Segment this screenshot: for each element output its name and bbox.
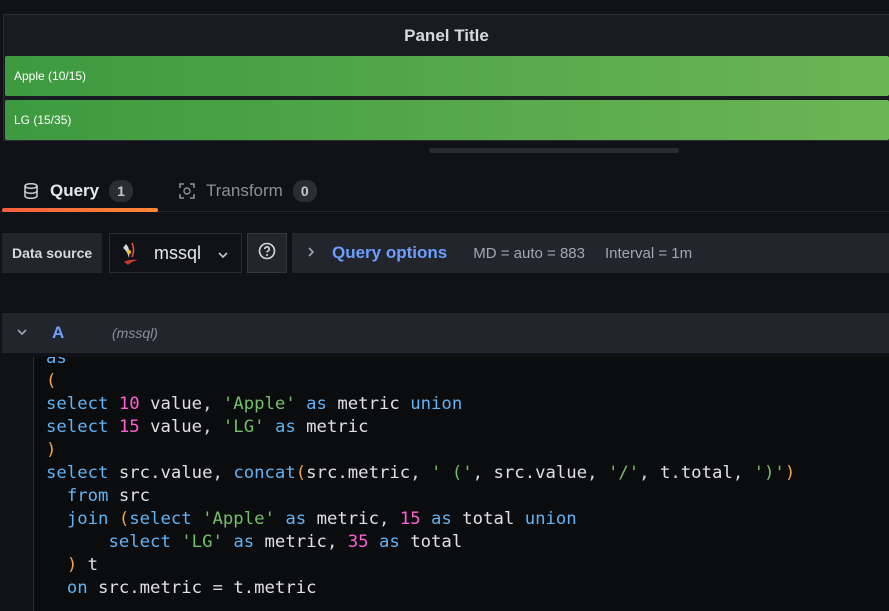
- bar-gauge-apple: Apple (10/15): [5, 56, 889, 96]
- max-data-points: MD = auto = 883: [473, 244, 585, 262]
- code-line: select 'LG' as metric, 35 as total: [108, 532, 463, 552]
- query-ref-id[interactable]: A: [52, 323, 112, 343]
- code-line: join (select 'Apple' as metric, 15 as to…: [66, 509, 577, 529]
- tab-query[interactable]: Query 1: [2, 170, 158, 212]
- code-line: ) t: [66, 555, 99, 575]
- bar-label: Apple (10/15): [14, 69, 87, 83]
- tab-transform-count: 0: [292, 180, 317, 202]
- datasource-help-button[interactable]: [247, 233, 287, 273]
- query-tabs: Query 1 Transform 0: [0, 170, 889, 212]
- code-line: ): [46, 440, 57, 460]
- query-options-toggle[interactable]: Query options MD = auto = 883 Interval =…: [292, 233, 889, 273]
- question-circle-icon: [258, 242, 276, 265]
- query-datasource-name: (mssql): [112, 325, 158, 341]
- sql-code-editor[interactable]: as ( select 10 value, 'Apple' as metric un…: [33, 357, 889, 611]
- active-tab-indicator: [2, 208, 158, 212]
- code-line: on src.metric = t.metric: [66, 578, 317, 598]
- code-line: select 15 value, 'LG' as metric: [46, 417, 369, 437]
- database-icon: [22, 182, 40, 200]
- tab-query-label: Query: [50, 181, 100, 200]
- panel-title[interactable]: Panel Title: [4, 26, 889, 46]
- collapse-chevron-icon[interactable]: [2, 326, 42, 341]
- panel-preview: Panel Title Apple (10/15) LG (15/35): [3, 14, 889, 141]
- bar-gauge-lg: LG (15/35): [5, 100, 889, 140]
- bar-label: LG (15/35): [14, 113, 72, 127]
- chevron-right-icon: [306, 245, 316, 261]
- tab-transform-label: Transform: [206, 181, 283, 200]
- query-options-label: Query options: [332, 243, 448, 262]
- sql-code[interactable]: as ( select 10 value, 'Apple' as metric un…: [46, 357, 795, 600]
- code-line: (: [46, 371, 57, 391]
- chevron-down-icon: [217, 245, 229, 266]
- datasource-picker[interactable]: mssql: [109, 233, 242, 273]
- interval: Interval = 1m: [604, 244, 693, 262]
- code-line: as: [46, 357, 67, 368]
- code-line: select src.value, concat(src.metric, ' (…: [46, 463, 796, 483]
- datasource-name: mssql: [154, 242, 202, 263]
- code-line: select 10 value, 'Apple' as metric union: [46, 394, 463, 414]
- tab-transform[interactable]: Transform 0: [178, 170, 317, 212]
- mssql-logo-icon: [120, 240, 142, 266]
- query-row-header[interactable]: A (mssql): [2, 313, 889, 353]
- panel-resize-handle[interactable]: [429, 148, 679, 153]
- code-line: from src: [66, 486, 151, 506]
- transform-icon: [178, 182, 196, 200]
- tab-query-count: 1: [109, 180, 133, 202]
- datasource-label: Data source: [2, 233, 102, 273]
